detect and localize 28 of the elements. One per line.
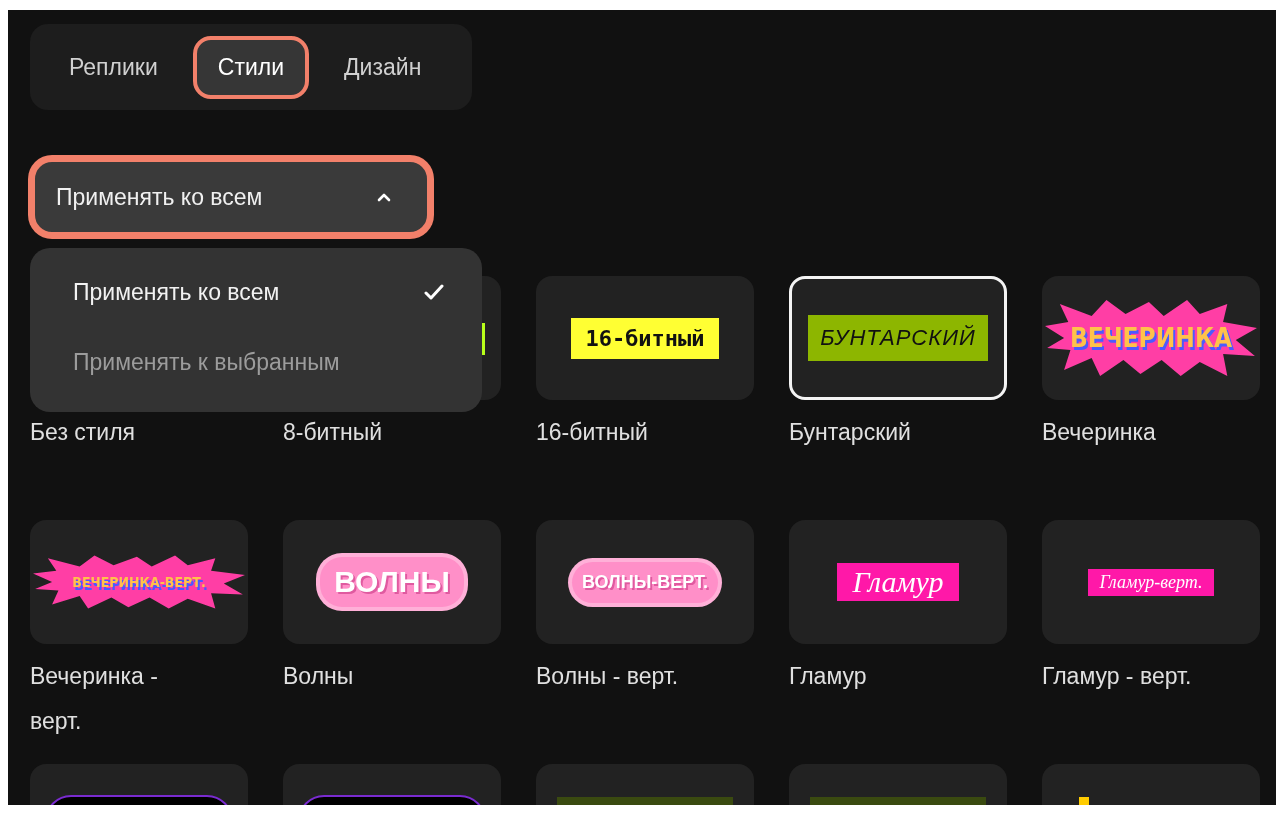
style-label: Вечеринка (1042, 418, 1157, 447)
style-label: Бунтарский (789, 418, 912, 447)
tab[interactable]: Дизайн (319, 35, 447, 99)
style-label: Вечеринка - верт. (30, 662, 159, 736)
apply-dropdown[interactable]: Применять ко всем (30, 157, 432, 237)
preview-sticker: 16-битный (571, 317, 719, 359)
tab[interactable]: Реплики (44, 35, 183, 99)
chevron-icon (377, 192, 391, 202)
preview-sticker: Гламур-верт. (1087, 568, 1215, 596)
style-label: Гламур (789, 662, 868, 691)
preview-sticker: Гламур (836, 563, 960, 601)
style-label: Без стиля (30, 418, 137, 447)
style-label: 16-битный (536, 418, 649, 447)
tab[interactable]: Стили (192, 35, 310, 99)
check-icon (424, 284, 444, 300)
menu-option[interactable]: Применять ко всем (73, 274, 444, 310)
preview-sticker: БУНТАРСКИЙ (808, 315, 988, 361)
style-tile[interactable]: Гламур-верт. (1042, 520, 1260, 644)
style-label: Волны - верт. (536, 662, 680, 691)
preview-text: ВЕЧЕРИНКА (1069, 323, 1233, 353)
style-label: 8-битный (283, 418, 384, 447)
preview-text: ВЕЧЕРИНКА-ВЕРТ. (72, 574, 206, 590)
style-label: Волны (283, 662, 355, 691)
style-tile[interactable]: 16-битный (536, 276, 754, 400)
menu-option[interactable]: Применять к выбранным (73, 344, 444, 380)
style-label: Гламур - верт. (1042, 662, 1193, 691)
style-tile[interactable]: Гламур (789, 520, 1007, 644)
style-tile[interactable]: БУНТАРСКИЙ (789, 276, 1007, 400)
